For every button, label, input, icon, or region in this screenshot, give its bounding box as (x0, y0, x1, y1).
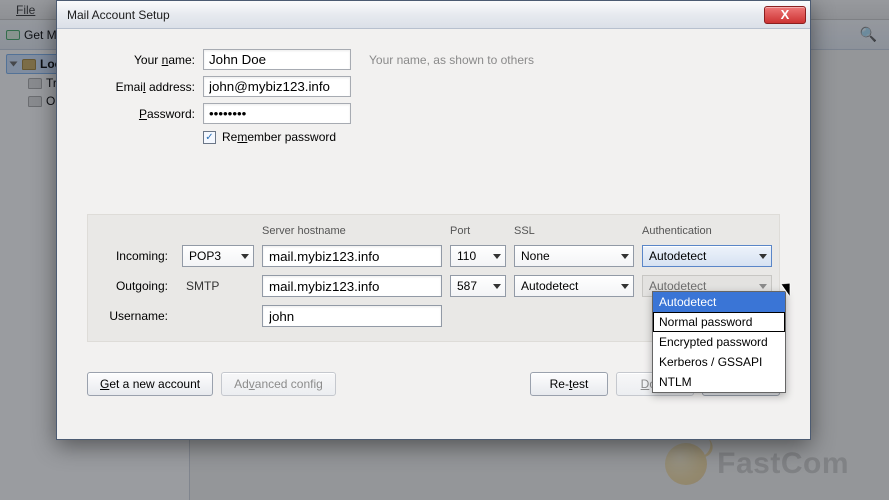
chevron-down-icon (241, 254, 249, 259)
hdr-auth: Authentication (642, 225, 772, 237)
close-button[interactable]: X (764, 6, 806, 24)
auth-option-encrypted-password[interactable]: Encrypted password (653, 332, 785, 352)
dialog-title: Mail Account Setup (67, 8, 170, 22)
name-hint: Your name, as shown to others (369, 53, 534, 67)
chevron-down-icon (493, 254, 501, 259)
remember-password-label: Remember password (222, 130, 336, 144)
incoming-host-input[interactable] (262, 245, 442, 267)
incoming-port-select[interactable]: 110 (450, 245, 506, 267)
name-input[interactable] (203, 49, 351, 70)
close-icon: X (781, 8, 790, 21)
email-label: Email address: (87, 80, 203, 94)
incoming-ssl-select[interactable]: None (514, 245, 634, 267)
mail-account-setup-dialog: Mail Account Setup X Your name: Your nam… (56, 0, 811, 440)
username-label: Username: (98, 309, 174, 323)
outgoing-protocol: SMTP (182, 279, 254, 293)
password-label: Password: (87, 107, 203, 121)
outgoing-label: Outgoing: (98, 279, 174, 293)
checkbox-icon: ✓ (203, 131, 216, 144)
incoming-protocol-select[interactable]: POP3 (182, 245, 254, 267)
name-label: Your name: (87, 53, 203, 67)
outgoing-host-input[interactable] (262, 275, 442, 297)
get-new-account-button[interactable]: Get a new account (87, 372, 213, 396)
advanced-config-button[interactable]: Advanced config (221, 372, 336, 396)
incoming-label: Incoming: (98, 249, 174, 263)
incoming-auth-select[interactable]: Autodetect (642, 245, 772, 267)
password-input[interactable] (203, 103, 351, 124)
email-input[interactable] (203, 76, 351, 97)
dialog-titlebar[interactable]: Mail Account Setup X (57, 1, 810, 29)
chevron-down-icon (759, 284, 767, 289)
outgoing-ssl-select[interactable]: Autodetect (514, 275, 634, 297)
auth-option-autodetect[interactable]: Autodetect (653, 292, 785, 312)
remember-password-checkbox[interactable]: ✓ Remember password (203, 130, 780, 144)
auth-option-kerberos[interactable]: Kerberos / GSSAPI (653, 352, 785, 372)
outgoing-port-select[interactable]: 587 (450, 275, 506, 297)
retest-button[interactable]: Re-test (530, 372, 608, 396)
auth-option-ntlm[interactable]: NTLM (653, 372, 785, 392)
hdr-ssl: SSL (514, 225, 634, 237)
chevron-down-icon (493, 284, 501, 289)
auth-option-normal-password[interactable]: Normal password (653, 312, 785, 332)
chevron-down-icon (621, 254, 629, 259)
auth-dropdown[interactable]: Autodetect Normal password Encrypted pas… (652, 291, 786, 393)
chevron-down-icon (759, 254, 767, 259)
chevron-down-icon (621, 284, 629, 289)
username-input[interactable] (262, 305, 442, 327)
hdr-port: Port (450, 225, 506, 237)
hdr-server: Server hostname (262, 225, 442, 237)
